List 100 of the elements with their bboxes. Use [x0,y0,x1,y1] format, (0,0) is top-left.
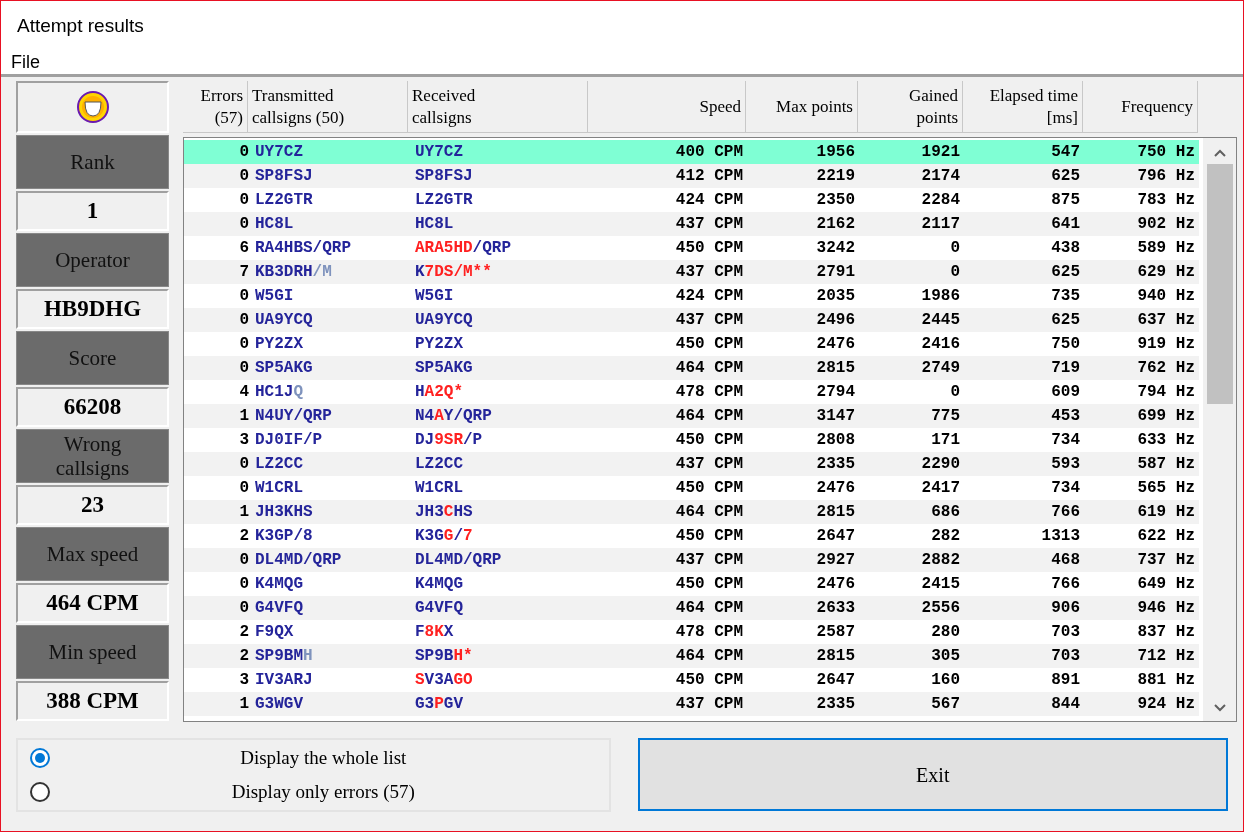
table-cell-text: W5GI [414,286,455,307]
table-cell-text: 0 [949,238,961,259]
table-cell-text: 2815 [815,358,856,379]
table-cell-text: 0 [949,262,961,283]
table-cell-text: 0 [238,358,249,379]
column-header[interactable]: Received callsigns [408,81,588,133]
table-cell-text: 2162 [815,214,856,235]
table-row[interactable]: 0 SP5AKG SP5AKG 464 CPM 2815 2749 719 762 Hz [184,356,1199,380]
radio-label[interactable]: Display the whole list [50,743,597,772]
table-cell-text: 1 [238,406,249,427]
column-header[interactable]: Elapsed time [ms] [963,81,1083,133]
radio-button[interactable] [30,747,50,768]
table-row[interactable]: 0 HC8L HC8L 437 CPM 2162 2117 641 902 Hz [184,212,1199,236]
table-cell-text: 2335 [815,694,856,715]
table-cell-text: 450 CPM [674,478,744,499]
table-cell-text: LZ2GTR [414,190,474,211]
table-cell-text: 2815 [815,646,856,667]
table-cell-text: 468 [1050,550,1081,571]
table-cell-text: F9QX [254,622,295,643]
scroll-down-icon[interactable] [1212,703,1227,713]
table-cell-text: DJ0IF/P [254,430,324,451]
scrollbar-thumb[interactable] [1206,164,1233,404]
table-cell-text: 2476 [815,478,856,499]
table-cell-text: HC8L [254,214,295,235]
table-cell-text: 2815 [815,502,856,523]
table-cell-text: 3147 [815,406,856,427]
stat-label: Score [16,331,169,385]
table-cell-text: 2335 [815,454,856,475]
stat-label: Max speed [16,527,169,581]
table-cell-text: JH3CHS [414,502,474,523]
table-cell-text: 699 Hz [1136,406,1196,427]
table-cell-text: SP8FSJ [254,166,314,187]
radio-button[interactable] [30,782,50,803]
column-header[interactable]: Transmitted callsigns (50) [248,81,408,133]
table-cell-text: K4MQG [414,574,464,595]
table-row[interactable]: 1 G3WGV G3PGV 437 CPM 2335 567 844 924 Hz [184,692,1199,716]
table-row[interactable]: 0 LZ2CC LZ2CC 437 CPM 2335 2290 593 587 Hz [184,452,1199,476]
column-header[interactable]: Speed [588,81,746,133]
table-cell-text: N4UY/QRP [254,406,333,427]
table-cell-text: 280 [930,622,961,643]
stat-value: 66208 [16,387,169,427]
table-cell-text: 629 Hz [1136,262,1196,283]
table-cell-text: 464 CPM [674,646,744,667]
table-row[interactable]: 2 SP9BMH SP9BH* 464 CPM 2815 305 703 712 Hz [184,644,1199,668]
table-cell-text: 1313 [1040,526,1081,547]
table-cell-text: 567 [930,694,961,715]
table-cell-text: 450 CPM [674,574,744,595]
table-cell-text: 464 CPM [674,406,744,427]
table-cell-text: 2791 [815,262,856,283]
stat-value: HB9DHG [16,289,169,329]
table-cell-text: 0 [238,142,249,163]
table-cell-text: K3GG/7 [414,526,474,547]
table-cell-text: 875 [1050,190,1081,211]
radio-label[interactable]: Display only errors (57) [50,778,597,807]
table-cell-text: 0 [238,550,249,571]
table-cell-text: 891 [1050,670,1081,691]
table-cell-text: 593 [1050,454,1081,475]
table-row[interactable]: 0 G4VFQ G4VFQ 464 CPM 2633 2556 906 946 Hz [184,596,1199,620]
table-cell-text: 160 [930,670,961,691]
table-row[interactable]: 1 N4UY/QRP N4AY/QRP 464 CPM 3147 775 453 699 Hz [184,404,1199,428]
table-cell-text: 450 CPM [674,526,744,547]
table-cell-text: 703 [1050,622,1081,643]
exit-button[interactable]: Exit [637,738,1228,811]
table-cell-text: W1CRL [414,478,464,499]
table-row[interactable]: 0 UY7CZ UY7CZ 400 CPM 1956 1921 547 750 Hz [184,140,1199,164]
scrollbar[interactable] [1203,138,1236,721]
table-cell-text: LZ2GTR [254,190,314,211]
table-cell-text: 0 [238,478,249,499]
table-cell-text: 0 [238,286,249,307]
table-cell-text: RA4HBS/QRP [254,238,352,259]
table-cell-text: 437 CPM [674,214,744,235]
table-row[interactable]: 0 UA9YCQ UA9YCQ 437 CPM 2496 2445 625 637 Hz [184,308,1199,332]
table-cell-text: SP8FSJ [414,166,474,187]
table-row[interactable]: 0 SP8FSJ SP8FSJ 412 CPM 2219 2174 625 796 Hz [184,164,1199,188]
column-header[interactable]: Frequency [1083,81,1198,133]
table-cell-text: 703 [1050,646,1081,667]
table-cell-text: 587 Hz [1136,454,1196,475]
table-cell-text: 0 [238,310,249,331]
table-row[interactable]: 7 KB3DRH/M K7DS/M** 437 CPM 2791 0 625 629 Hz [184,260,1199,284]
table-cell-text: 437 CPM [674,454,744,475]
table-cell-text: 619 Hz [1136,502,1196,523]
table-cell-text: 737 Hz [1136,550,1196,571]
column-header[interactable]: Gained points [858,81,963,133]
table-cell-text: HA2Q* [414,382,464,403]
table-cell-text: LZ2CC [254,454,304,475]
scroll-up-icon[interactable] [1212,148,1227,158]
table-cell-text: 2219 [815,166,856,187]
table-cell-text: 0 [238,190,249,211]
stat-label: Wrong callsigns [16,429,169,483]
table-cell-text: DJ9SR/P [414,430,484,451]
stat-value: 23 [16,485,169,525]
table-cell-text: DL4MD/QRP [254,550,343,571]
column-header[interactable]: Errors (57) [183,81,248,133]
column-header[interactable]: Max points [746,81,858,133]
table-row[interactable]: 1 JH3KHS JH3CHS 464 CPM 2815 686 766 619 Hz [184,500,1199,524]
table-cell-text: PY2ZX [414,334,464,355]
table-row[interactable]: 0 DL4MD/QRP DL4MD/QRP 437 CPM 2927 2882 468 737 Hz [184,548,1199,572]
table-cell-text: 400 CPM [674,142,744,163]
table-cell-text: 2476 [815,334,856,355]
menu-item[interactable]: File [11,49,40,76]
